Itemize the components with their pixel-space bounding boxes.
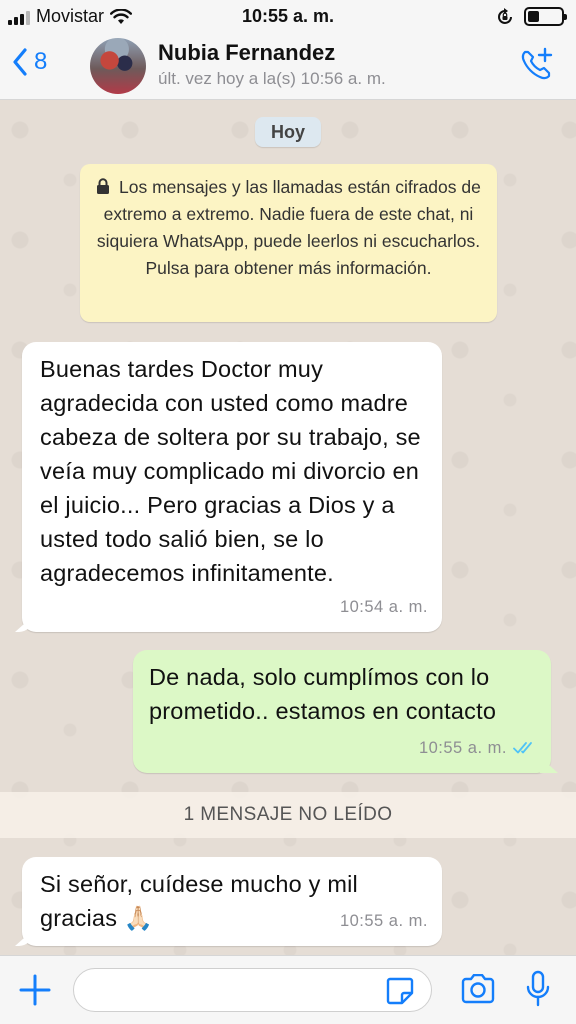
message-time: 10:55 a. m. bbox=[339, 912, 428, 930]
encryption-notice-text: Los mensajes y las llamadas están cifrad… bbox=[96, 177, 481, 278]
message-meta: 10:54 a. m. bbox=[340, 590, 428, 624]
unread-messages-divider: 1 MENSAJE NO LEÍDO bbox=[0, 792, 576, 838]
plus-icon[interactable] bbox=[18, 973, 52, 1007]
message-input[interactable] bbox=[73, 968, 432, 1012]
status-left: Movistar bbox=[8, 6, 133, 27]
sticker-icon[interactable] bbox=[385, 976, 415, 1006]
battery-level bbox=[528, 11, 540, 22]
status-right bbox=[496, 7, 567, 26]
back-count: 8 bbox=[34, 48, 48, 75]
carrier-name: Movistar bbox=[36, 6, 105, 26]
contact-name[interactable]: Nubia Fernandez bbox=[158, 40, 335, 66]
camera-icon[interactable] bbox=[460, 974, 496, 1004]
wifi-icon bbox=[110, 8, 133, 24]
double-check-icon bbox=[513, 742, 532, 754]
battery-icon bbox=[524, 7, 567, 26]
contact-avatar[interactable] bbox=[90, 38, 146, 94]
message-input-bar bbox=[0, 955, 576, 1024]
message-text: De nada, solo cumplímos con lo prometido… bbox=[149, 664, 497, 724]
message-meta: 10:55 a. m. bbox=[419, 731, 537, 765]
message-bubble-incoming[interactable]: Buenas tardes Doctor muy agradecida con … bbox=[22, 342, 442, 632]
back-button[interactable]: 8 bbox=[12, 48, 47, 76]
signal-icon bbox=[8, 9, 30, 25]
microphone-icon[interactable] bbox=[525, 970, 551, 1008]
date-divider: Hoy bbox=[255, 117, 321, 147]
message-meta: 10:55 a. m. bbox=[340, 904, 428, 938]
chat-header: 8 Nubia Fernandez últ. vez hoy a la(s) 1… bbox=[0, 34, 576, 100]
chevron-left-icon bbox=[13, 48, 27, 76]
encryption-notice[interactable]: Los mensajes y las llamadas están cifrad… bbox=[80, 164, 497, 322]
message-time: 10:54 a. m. bbox=[339, 598, 428, 616]
lock-icon bbox=[97, 178, 110, 194]
message-time: 10:55 a. m. bbox=[418, 739, 507, 757]
add-call-button[interactable] bbox=[518, 47, 554, 83]
message-bubble-outgoing[interactable]: De nada, solo cumplímos con lo prometido… bbox=[133, 650, 551, 773]
status-bar: Movistar 10:55 a. m. bbox=[0, 0, 576, 34]
last-seen-status: últ. vez hoy a la(s) 10:56 a. m. bbox=[158, 69, 386, 88]
message-text: Buenas tardes Doctor muy agradecida con … bbox=[40, 356, 421, 586]
rotation-lock-icon bbox=[498, 7, 512, 24]
chat-area[interactable]: Hoy Los mensajes y las llamadas están ci… bbox=[0, 100, 576, 955]
message-bubble-incoming[interactable]: Si señor, cuídese mucho y mil gracias 🙏🏻… bbox=[22, 857, 442, 946]
